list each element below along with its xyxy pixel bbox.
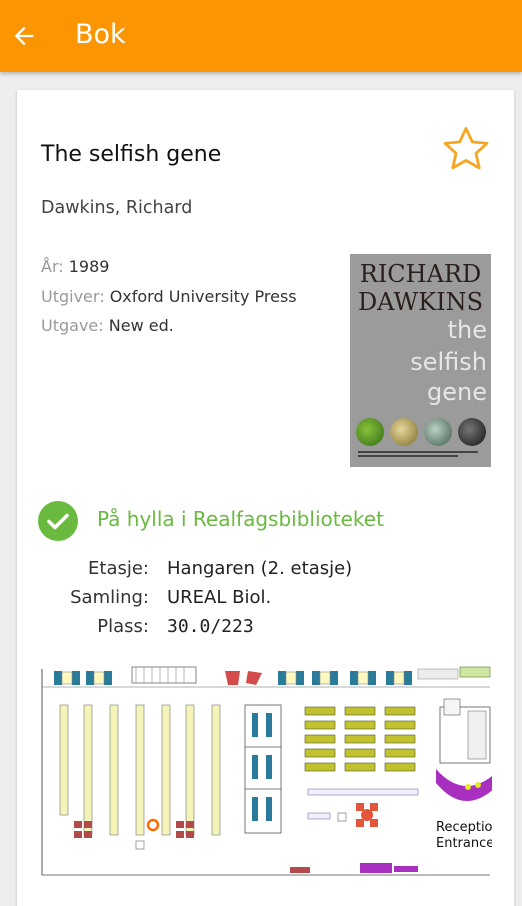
map-entrance-label: Entrance [436, 836, 492, 851]
cover-circle [458, 418, 486, 446]
book-title: The selfish gene [41, 142, 222, 167]
collection-label: Samling: [70, 587, 149, 608]
cover-author-line2: DAWKINS [357, 288, 484, 316]
book-card: The selfish gene Dawkins, Richard År: 19… [17, 90, 514, 906]
meta-edition: Utgave: New ed. [41, 316, 174, 335]
meta-year-label: År: [41, 257, 64, 276]
map-reception-label: Reception / [436, 820, 492, 835]
app-bar: Bok [0, 0, 522, 72]
cover-blurb [358, 451, 478, 457]
meta-publisher: Utgiver: Oxford University Press [41, 287, 297, 306]
meta-year: År: 1989 [41, 257, 109, 276]
meta-publisher-label: Utgiver: [41, 287, 105, 306]
availability-status: På hylla i Realfagsbiblioteket [97, 507, 384, 531]
cover-title-line2: selfish [410, 348, 487, 376]
floor-map: Reception / Entrance [41, 666, 492, 876]
shelfmark-label: Plass: [97, 616, 149, 637]
cover-title-line3: gene [427, 378, 487, 406]
meta-edition-label: Utgave: [41, 316, 104, 335]
meta-year-value: 1989 [68, 257, 110, 276]
favorite-star-icon[interactable] [440, 123, 492, 175]
cover-title-line1: the [447, 316, 487, 344]
check-circle-icon [38, 501, 78, 541]
floor-label: Etasje: [88, 558, 149, 579]
cover-circle [390, 418, 418, 446]
meta-edition-value: New ed. [108, 316, 174, 335]
floor-value: Hangaren (2. etasje) [167, 558, 353, 579]
cover-circle [356, 418, 384, 446]
shelfmark-value: 30.0/223 [167, 616, 254, 637]
cover-author-line1: RICHARD [359, 260, 482, 288]
book-cover-image: RICHARD DAWKINS the selfish gene [350, 254, 491, 467]
page-title: Bok [75, 19, 126, 50]
cover-circle [424, 418, 452, 446]
collection-value: UREAL Biol. [167, 587, 272, 608]
back-arrow-icon[interactable] [10, 22, 38, 50]
meta-publisher-value: Oxford University Press [109, 287, 297, 306]
book-author: Dawkins, Richard [41, 198, 193, 218]
